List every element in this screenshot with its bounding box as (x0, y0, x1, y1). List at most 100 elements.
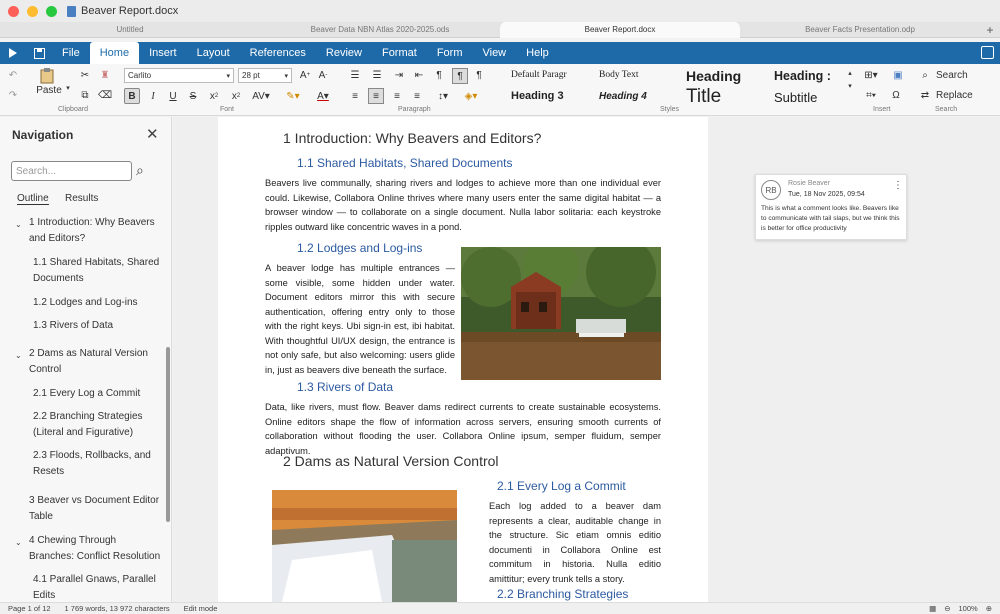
insert-table-icon[interactable]: ⊞▾ (860, 68, 882, 82)
increase-indent-icon[interactable]: ⇥ (392, 68, 406, 82)
dam-photo[interactable] (272, 490, 457, 602)
font-color-icon[interactable]: A▾ (312, 88, 334, 104)
navigation-search-input[interactable]: Search... (11, 161, 132, 181)
style-heading-2[interactable]: Heading : (774, 69, 831, 83)
style-body-text[interactable]: Body Text (599, 70, 639, 80)
outline-item-2[interactable]: 2 Dams as Natural Version Control (29, 346, 148, 378)
menu-layout[interactable]: Layout (187, 42, 240, 64)
insert-field-icon[interactable]: ⌗▾ (860, 88, 882, 102)
tab-beaver-facts[interactable]: Beaver Facts Presentation.odp (740, 22, 980, 38)
superscript-button[interactable]: x2 (228, 88, 244, 104)
line-spacing-icon[interactable]: ↕▾ (432, 88, 454, 104)
align-center-icon[interactable]: ≡ (368, 88, 384, 104)
style-heading-4[interactable]: Heading 4 (599, 91, 647, 102)
clone-format-icon[interactable]: ♜ (98, 68, 112, 82)
close-window-button[interactable] (8, 5, 19, 17)
redo-icon[interactable]: ↷ (6, 88, 20, 102)
menu-form[interactable]: Form (427, 42, 473, 64)
shrink-font-icon[interactable]: A- (316, 68, 330, 82)
tab-beaver-report[interactable]: Beaver Report.docx (500, 21, 740, 38)
font-size-select[interactable]: 28 pt ▾ (238, 68, 292, 83)
rtl-icon[interactable]: ¶ (472, 68, 486, 82)
replace-icon[interactable]: ⇄ (918, 88, 932, 102)
bullets-icon[interactable]: ☰ (348, 68, 362, 82)
tab-beaver-data[interactable]: Beaver Data NBN Atlas 2020-2025.ods (260, 22, 500, 38)
zoom-in-icon[interactable]: ⊕ (986, 604, 992, 613)
menu-insert[interactable]: Insert (139, 42, 187, 64)
justify-icon[interactable]: ≡ (410, 88, 424, 104)
zoom-level[interactable]: 100% (959, 604, 978, 613)
new-tab-button[interactable]: + (980, 23, 1000, 37)
comment-card[interactable]: RB Rosie Beaver Tue, 18 Nov 2025, 09:54 … (755, 174, 907, 240)
style-default-paragraph[interactable]: Default Paragr (511, 70, 567, 80)
close-icon[interactable]: ✕ (146, 125, 159, 143)
outline-item-2-2[interactable]: 2.2 Branching Strategies (Literal and Fig… (33, 409, 143, 441)
menu-home[interactable]: Home (89, 42, 140, 64)
document-page[interactable]: 1 Introduction: Why Beavers and Editors?… (218, 117, 708, 602)
save-icon[interactable] (26, 42, 52, 64)
paragraph-color-icon[interactable]: ◈▾ (460, 88, 482, 104)
outline-item-1[interactable]: 1 Introduction: Why Beavers and Editors? (29, 215, 155, 247)
outline-item-2-1[interactable]: 2.1 Every Log a Commit (33, 386, 140, 402)
menu-help[interactable]: Help (516, 42, 559, 64)
minimize-window-button[interactable] (27, 5, 38, 17)
decrease-indent-icon[interactable]: ⇤ (412, 68, 426, 82)
styles-scroll-up-icon[interactable]: ▴ (846, 68, 854, 78)
copy-icon[interactable]: ⧉ (78, 88, 92, 102)
search-button[interactable]: Search (936, 68, 972, 82)
paste-icon[interactable] (38, 67, 56, 85)
navigation-scrollbar[interactable] (166, 347, 170, 522)
undo-icon[interactable]: ↶ (6, 68, 20, 82)
beaver-lodge-photo[interactable] (461, 247, 661, 380)
bold-button[interactable]: B (124, 88, 140, 104)
formatting-marks-icon[interactable]: ¶ (432, 68, 446, 82)
sidebar-toggle-icon[interactable] (981, 46, 994, 59)
replace-button[interactable]: Replace (936, 88, 976, 102)
align-left-icon[interactable]: ≡ (348, 88, 362, 104)
menu-format[interactable]: Format (372, 42, 427, 64)
numbering-icon[interactable]: ☰ (370, 68, 384, 82)
insert-special-character-icon[interactable]: Ω (888, 88, 904, 102)
cut-icon[interactable]: ✂ (78, 68, 92, 82)
outline-item-1-1[interactable]: 1.1 Shared Habitats, Shared Documents (33, 255, 159, 287)
outline-item-1-3[interactable]: 1.3 Rivers of Data (33, 318, 113, 334)
paste-dropdown-icon[interactable]: ▾ (64, 83, 72, 93)
strikethrough-button[interactable]: S (186, 88, 200, 104)
menu-references[interactable]: References (240, 42, 316, 64)
chevron-down-icon[interactable]: ⌄ (15, 538, 22, 547)
zoom-window-button[interactable] (46, 5, 57, 17)
style-heading-3[interactable]: Heading 3 (511, 90, 564, 102)
outline-item-3[interactable]: 3 Beaver vs Document Editor Table (29, 493, 159, 525)
menu-file[interactable]: File (52, 42, 90, 64)
style-heading[interactable]: Heading (686, 68, 741, 84)
chevron-down-icon[interactable]: ⌄ (15, 220, 22, 229)
underline-button[interactable]: U (166, 88, 180, 104)
outline-item-4-1[interactable]: 4.1 Parallel Gnaws, Parallel Edits (33, 572, 156, 602)
menu-view[interactable]: View (472, 42, 516, 64)
menu-review[interactable]: Review (316, 42, 372, 64)
chevron-down-icon[interactable]: ⌄ (15, 351, 22, 360)
subscript-button[interactable]: x2 (206, 88, 222, 104)
styles-scroll-down-icon[interactable]: ▾ (846, 81, 854, 91)
outline-item-4[interactable]: 4 Chewing Through Branches: Conflict Reso… (29, 533, 160, 565)
search-icon[interactable]: ⌕ (918, 68, 932, 82)
highlight-color-icon[interactable]: ✎▾ (282, 88, 304, 104)
layout-icon[interactable]: ▦ (929, 604, 936, 613)
grow-font-icon[interactable]: A + (298, 68, 312, 82)
zoom-out-icon[interactable]: ⊖ (944, 604, 950, 613)
align-right-icon[interactable]: ≡ (390, 88, 404, 104)
more-options-icon[interactable]: ⋮ (893, 180, 903, 191)
style-title[interactable]: Title (686, 86, 721, 108)
italic-button[interactable]: I (146, 88, 160, 104)
paste-button[interactable]: Paste (33, 84, 65, 96)
search-icon[interactable]: ⌕ (136, 162, 144, 179)
ltr-icon[interactable]: ¶ (452, 68, 468, 84)
tab-results[interactable]: Results (65, 193, 98, 204)
outline-item-1-2[interactable]: 1.2 Lodges and Log-ins (33, 295, 138, 311)
tab-outline[interactable]: Outline (17, 193, 49, 205)
tab-untitled[interactable]: Untitled (0, 22, 260, 38)
clear-format-icon[interactable]: ⌫ (98, 88, 112, 102)
character-spacing-icon[interactable]: AV▾ (250, 88, 272, 104)
insert-image-icon[interactable]: ▣ (890, 68, 906, 82)
outline-item-2-3[interactable]: 2.3 Floods, Rollbacks, and Resets (33, 448, 151, 480)
